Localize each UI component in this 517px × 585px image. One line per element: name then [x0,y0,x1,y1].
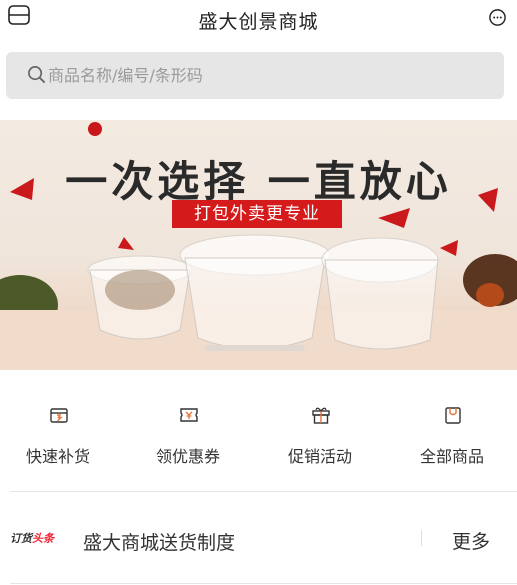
category-label: 领优惠券 [155,447,220,466]
chat-bubble-icon[interactable] [488,8,507,27]
category-label: 全部商品 [419,447,484,466]
search-bar[interactable] [6,52,504,99]
news-badge-highlight: 头条 [32,532,54,545]
coupon-icon [180,408,198,422]
divider [10,583,517,584]
category-label: 促销活动 [287,447,352,466]
search-input[interactable] [48,52,488,99]
shopping-bag-icon [445,407,461,424]
news-badge-text: 订货 [10,532,32,545]
news-more-link[interactable]: 更多 [452,527,490,554]
category-promotion[interactable]: 促销活动 [265,395,375,475]
news-headline[interactable]: 盛大商城送货制度 [83,528,235,555]
gift-icon [312,407,330,424]
category-label: 快速补货 [25,447,90,466]
page-title: 盛大创景商城 [198,11,319,33]
category-all-products[interactable]: 全部商品 [397,395,507,475]
restock-box-icon [50,408,68,423]
news-badge: 订货头条 [10,530,54,546]
app-header: 盛大创景商城 [0,0,517,44]
banner-tag: 打包外卖更专业 [172,200,342,228]
search-icon [28,66,46,84]
category-coupon[interactable]: 领优惠券 [133,395,243,475]
news-separator [421,530,422,546]
category-restock[interactable]: 快速补货 [3,395,113,475]
category-grid: 快速补货 领优惠券 促销活动 全部商品 [0,395,517,475]
promo-banner[interactable]: 一次选择 一直放心 打包外卖更专业 [0,120,517,370]
news-ticker[interactable]: 订货头条 盛大商城送货制度 更多 [0,492,517,584]
